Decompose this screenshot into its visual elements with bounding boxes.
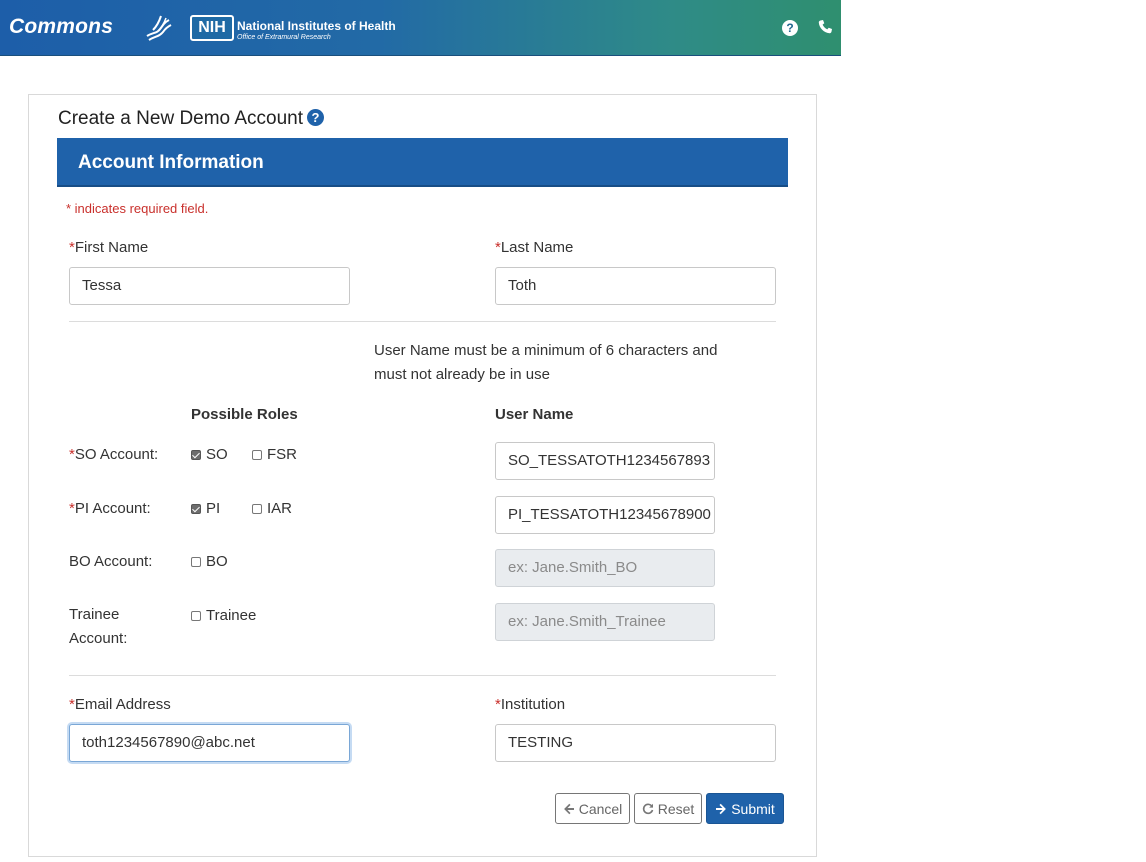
section-header: Account Information: [57, 138, 788, 187]
trainee-account-label-line1: Trainee: [69, 606, 120, 623]
institution-label: *Institution: [495, 696, 565, 713]
last-name-label: *Last Name: [495, 239, 573, 256]
reset-button-label: Reset: [657, 800, 695, 817]
trainee-role-label: Trainee: [206, 607, 257, 624]
pi-role-checkbox[interactable]: PI: [191, 500, 220, 517]
fsr-role-label: FSR: [267, 446, 297, 463]
first-name-label: *First Name: [69, 239, 148, 256]
email-label-text: Email Address: [74, 696, 171, 713]
nih-wordmark: National Institutes of Health Office of …: [237, 20, 396, 42]
last-name-input[interactable]: Toth: [495, 267, 776, 305]
username-requirement-note: User Name must be a minimum of 6 charact…: [374, 342, 718, 383]
top-nav-bar: Commons NIH National Institutes of Healt…: [0, 0, 841, 56]
cancel-button-label: Cancel: [578, 800, 623, 817]
checkbox-unchecked-icon[interactable]: [252, 503, 262, 514]
checkbox-checked-icon[interactable]: [191, 449, 201, 460]
user-name-header: User Name: [495, 406, 574, 423]
bo-role-checkbox[interactable]: BO: [191, 553, 228, 570]
checkbox-checked-icon[interactable]: [191, 503, 201, 514]
refresh-icon: [642, 803, 653, 814]
phone-icon[interactable]: [817, 19, 833, 35]
required-field-note: * indicates required field.: [66, 201, 209, 216]
bo-account-label: BO Account:: [69, 553, 153, 570]
email-input[interactable]: toth1234567890@abc.net: [69, 724, 350, 762]
email-label: *Email Address: [69, 696, 171, 713]
nih-logo: NIH: [190, 15, 234, 41]
so-role-label: SO: [206, 446, 228, 463]
so-account-label-text: SO Account:: [74, 446, 159, 463]
pi-role-label: PI: [206, 500, 221, 517]
first-name-label-text: First Name: [74, 239, 149, 256]
checkbox-unchecked-icon[interactable]: [252, 449, 262, 460]
submit-button-label: Submit: [731, 800, 775, 817]
cancel-button[interactable]: Cancel: [555, 793, 630, 824]
hhs-eagle-logo: [146, 15, 172, 41]
commons-logo[interactable]: Commons: [9, 15, 113, 39]
trainee-role-checkbox[interactable]: Trainee: [191, 607, 256, 624]
iar-role-label: IAR: [267, 500, 293, 517]
checkbox-unchecked-icon[interactable]: [191, 556, 201, 567]
bo-username-input: ex: Jane.Smith_BO: [495, 549, 715, 587]
help-icon[interactable]: ?: [782, 20, 798, 36]
divider: [69, 321, 776, 322]
question-circle-icon[interactable]: ?: [307, 109, 325, 126]
so-username-input[interactable]: SO_TESSATOTH1234567893: [495, 442, 715, 480]
last-name-label-text: Last Name: [500, 239, 574, 256]
pi-account-label-text: PI Account:: [74, 500, 151, 517]
checkbox-unchecked-icon[interactable]: [191, 610, 201, 621]
page-title-text: Create a New Demo Account: [58, 108, 304, 129]
trainee-account-label: Trainee Account:: [69, 603, 127, 651]
submit-button[interactable]: Submit: [706, 793, 784, 824]
iar-role-checkbox[interactable]: IAR: [252, 500, 292, 517]
institution-input[interactable]: TESTING: [495, 724, 776, 762]
bo-role-label: BO: [206, 553, 228, 570]
fsr-role-checkbox[interactable]: FSR: [252, 446, 297, 463]
divider: [69, 675, 776, 676]
arrow-right-icon: [716, 803, 727, 814]
institution-label-text: Institution: [500, 696, 566, 713]
page-title: Create a New Demo Account?: [58, 108, 325, 130]
trainee-username-input: ex: Jane.Smith_Trainee: [495, 603, 715, 641]
arrow-left-icon: [563, 803, 574, 814]
reset-button[interactable]: Reset: [634, 793, 702, 824]
nih-title: National Institutes of Health: [237, 19, 396, 33]
nih-subtitle: Office of Extramural Research: [237, 34, 331, 41]
pi-account-label: *PI Account:: [69, 500, 151, 517]
so-account-label: *SO Account:: [69, 446, 158, 463]
pi-username-input[interactable]: PI_TESSATOTH12345678900: [495, 496, 715, 534]
possible-roles-header: Possible Roles: [191, 406, 298, 423]
first-name-input[interactable]: Tessa: [69, 267, 350, 305]
so-role-checkbox[interactable]: SO: [191, 446, 228, 463]
trainee-account-label-line2: Account:: [69, 630, 128, 647]
